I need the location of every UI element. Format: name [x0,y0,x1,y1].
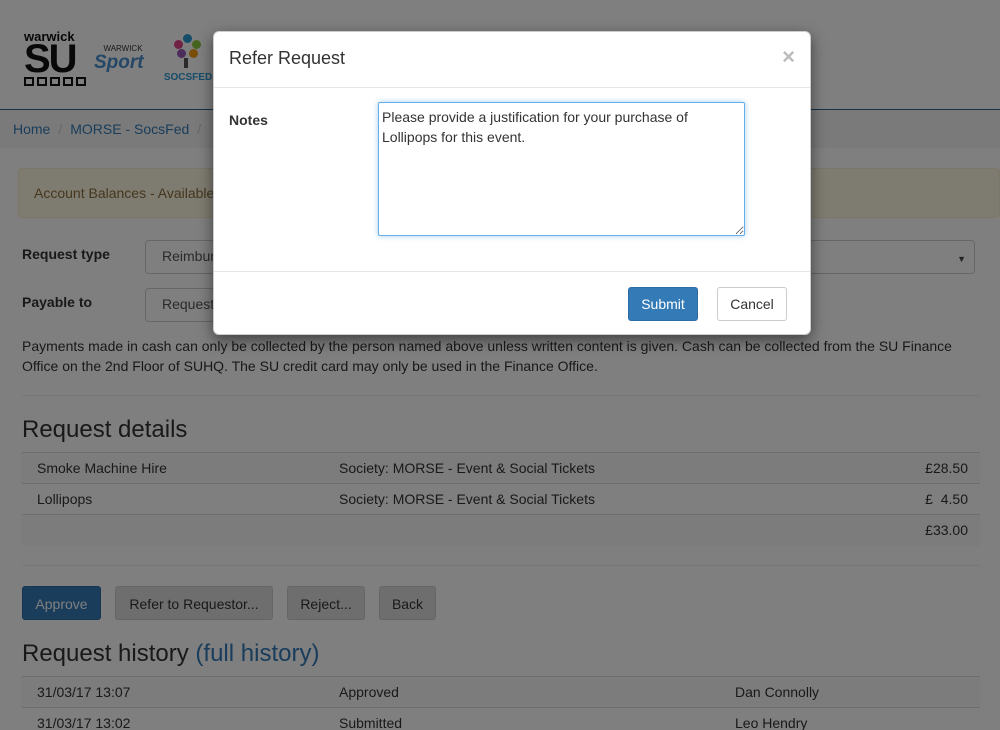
modal-header: Refer Request × [214,32,810,88]
modal-footer: Submit Cancel [214,271,810,335]
submit-button[interactable]: Submit [628,287,698,321]
notes-label: Notes [229,112,268,128]
modal-title: Refer Request [229,48,346,68]
notes-textarea[interactable]: Please provide a justification for your … [378,102,745,236]
close-icon[interactable]: × [782,44,795,70]
cancel-button[interactable]: Cancel [717,287,787,321]
refer-request-modal: Refer Request × Notes Please provide a j… [213,31,811,335]
